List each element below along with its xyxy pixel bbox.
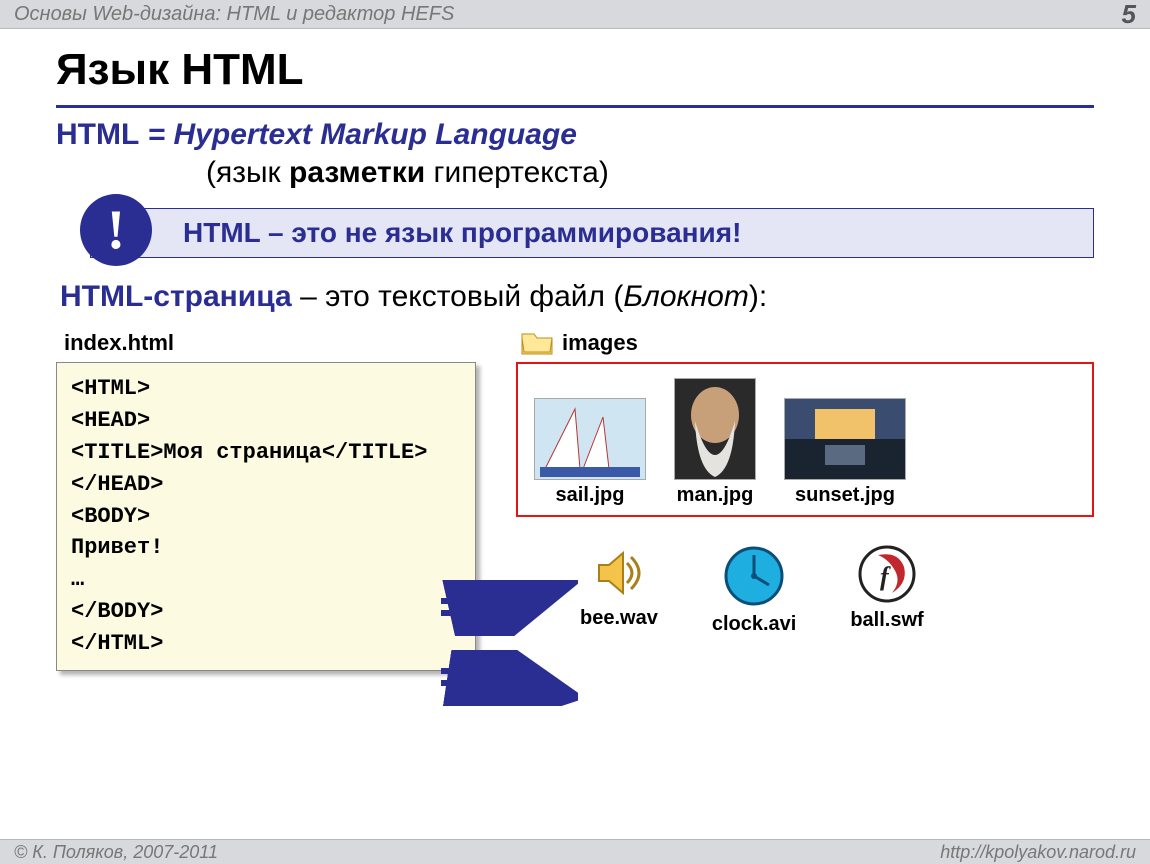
media-caption: ball.swf <box>850 609 923 632</box>
media-caption: bee.wav <box>580 607 658 630</box>
page-definition: HTML-страница – это текстовый файл (Блок… <box>60 280 1094 314</box>
slide-title: Язык HTML <box>56 45 1094 108</box>
media-row: bee.wav clock.avi f <box>580 545 1094 636</box>
folder-header: images <box>520 330 1094 356</box>
chapter-title: Основы Web-дизайна: HTML и редактор HEFS <box>14 3 454 26</box>
exclamation-icon: ! <box>80 194 152 266</box>
definition-line-1: HTML = Hypertext Markup Language <box>56 118 1094 152</box>
code-filename: index.html <box>64 330 476 356</box>
slide-header: Основы Web-дизайна: HTML и редактор HEFS… <box>0 0 1150 29</box>
image-caption: man.jpg <box>677 484 754 507</box>
page-number: 5 <box>1122 0 1136 30</box>
man-image-icon <box>674 378 756 480</box>
callout: HTML – это не язык программирования! ! <box>90 208 1094 258</box>
callout-text: HTML – это не язык программирования! <box>90 208 1094 258</box>
image-caption: sunset.jpg <box>795 484 895 507</box>
arrow-icon <box>438 580 578 636</box>
media-item: f ball.swf <box>850 545 923 636</box>
definition-line-2: (язык разметки гипертекста) <box>206 156 1094 190</box>
sail-image-icon <box>534 398 646 480</box>
image-caption: sail.jpg <box>556 484 625 507</box>
media-item: clock.avi <box>712 545 797 636</box>
definition-term: HTML <box>56 118 139 151</box>
code-box: <HTML> <HEAD> <TITLE>Моя страница</TITLE… <box>56 362 476 671</box>
code-column: index.html <HTML> <HEAD> <TITLE>Моя стра… <box>56 330 476 671</box>
image-thumb: man.jpg <box>674 378 756 507</box>
slide-body: Язык HTML HTML = Hypertext Markup Langua… <box>0 29 1150 671</box>
slide-footer: © К. Поляков, 2007-2011 http://kpolyakov… <box>0 839 1150 864</box>
assets-column: images sail.jpg <box>516 330 1094 636</box>
clock-icon <box>723 545 785 607</box>
image-thumb: sail.jpg <box>534 398 646 507</box>
speaker-icon <box>591 545 647 601</box>
sunset-image-icon <box>784 398 906 480</box>
flash-icon: f <box>858 545 916 603</box>
footer-author: © К. Поляков, 2007-2011 <box>14 842 218 863</box>
images-box: sail.jpg man.jpg <box>516 362 1094 517</box>
image-thumb: sunset.jpg <box>784 398 906 507</box>
media-caption: clock.avi <box>712 613 797 636</box>
arrow-icon <box>438 650 578 706</box>
folder-icon <box>520 330 554 356</box>
media-item: bee.wav <box>580 545 658 636</box>
footer-url: http://kpolyakov.narod.ru <box>940 842 1136 863</box>
folder-name: images <box>562 330 638 356</box>
